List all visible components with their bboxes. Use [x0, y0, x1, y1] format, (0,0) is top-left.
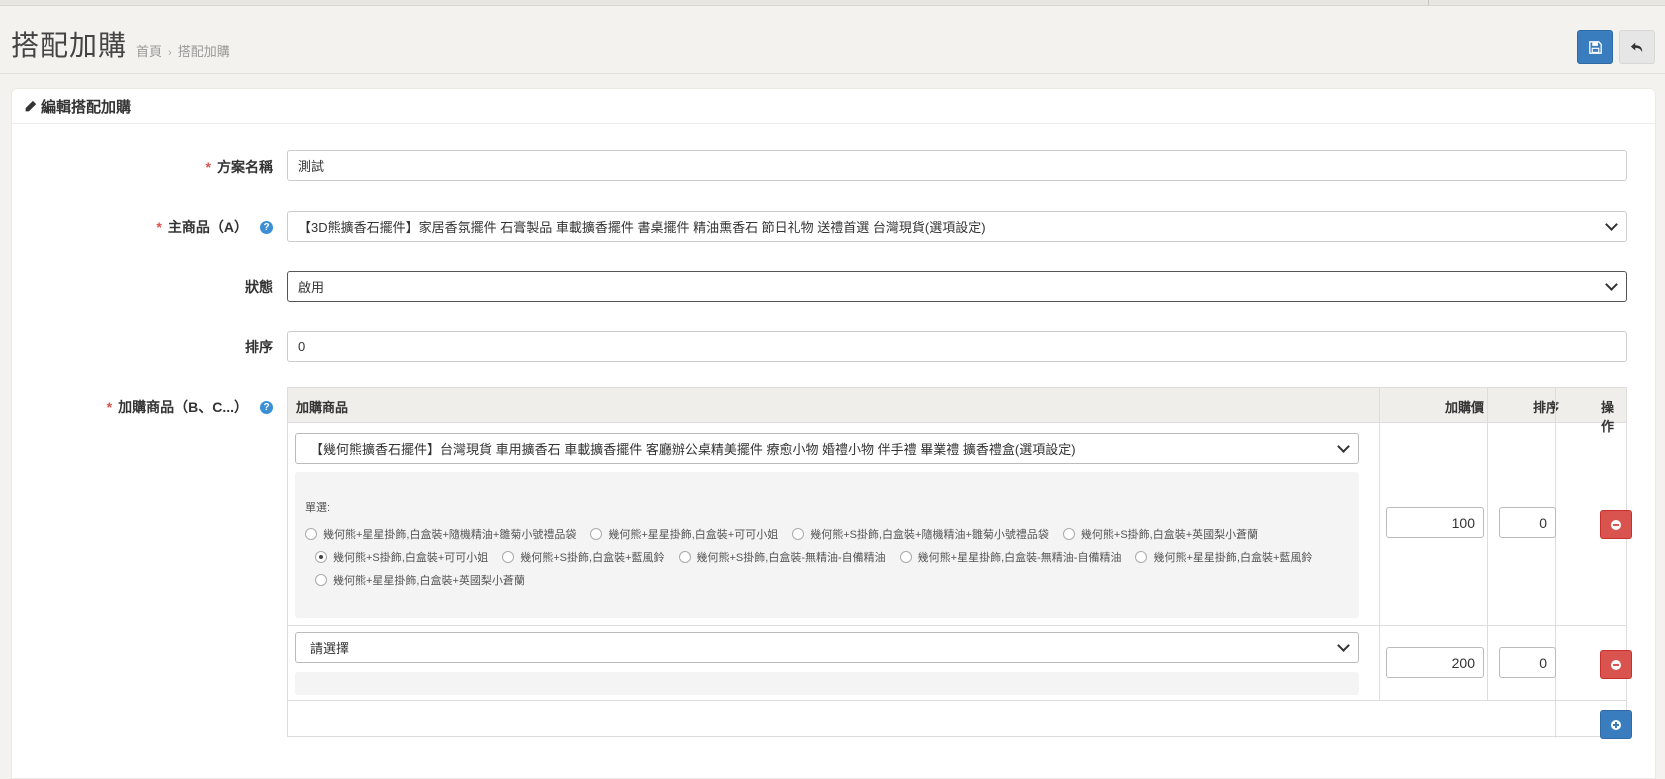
question-circle-icon[interactable]: ? [260, 400, 273, 414]
radio-button[interactable] [1135, 551, 1148, 563]
radio-button[interactable] [792, 528, 805, 540]
radio-button[interactable] [899, 551, 912, 563]
minus-circle-icon [1611, 659, 1621, 670]
status-select[interactable]: 啟用 [287, 271, 1627, 302]
required-mark: * [205, 159, 211, 175]
radio-button[interactable] [502, 551, 515, 563]
save-icon [1588, 40, 1602, 54]
option-row: 幾何熊+S掛飾,白盒裝+可可小姐 幾何熊+S掛飾,白盒裝+藍風鈴 幾何熊+S掛飾… [315, 549, 1326, 565]
option-radio[interactable]: 幾何熊+S掛飾,白盒裝+可可小姐 [315, 549, 488, 565]
status-value: 啟用 [298, 280, 325, 295]
addons-table: 加購商品 加購價 排序 操作 【幾何熊擴香石擺件】台灣現貨 車用擴香石 車載擴香… [287, 387, 1632, 739]
addon-price-input[interactable]: 200 [1386, 647, 1484, 678]
addon-product-select[interactable]: 請選擇 [295, 632, 1359, 663]
option-radio[interactable]: 幾何熊+S掛飾,白盒裝-無精油-自備精油 [678, 549, 886, 565]
option-group: 單選: 幾何熊+星星掛飾,白盒裝+隨機精油+雛菊小號禮品袋 幾何熊+星星掛飾,白… [295, 472, 1359, 618]
option-radio[interactable]: 幾何熊+星星掛飾,白盒裝+英國梨小蒼蘭 [315, 572, 525, 588]
page-header: 搭配加購 首頁 › 搭配加購 [0, 6, 1665, 74]
option-radio[interactable]: 幾何熊+星星掛飾,白盒裝+藍風鈴 [1135, 549, 1312, 565]
chevron-down-icon [1605, 218, 1618, 231]
minus-circle-icon [1611, 519, 1621, 530]
required-mark: * [156, 219, 162, 235]
radio-button[interactable] [590, 528, 603, 540]
addon-product-select[interactable]: 【幾何熊擴香石擺件】台灣現貨 車用擴香石 車載擴香擺件 客廳辦公桌精美擺件 療愈… [295, 433, 1359, 464]
pencil-icon [25, 100, 37, 112]
breadcrumb-home[interactable]: 首頁 [136, 44, 162, 59]
option-row: 幾何熊+星星掛飾,白盒裝+英國梨小蒼蘭 [315, 572, 539, 588]
radio-button-selected[interactable] [315, 551, 327, 563]
table-header: 加購商品 加購價 排序 操作 [288, 388, 1626, 434]
header-action: 操作 [1601, 400, 1615, 434]
header-price: 加購價 [1445, 400, 1485, 415]
page-title: 搭配加購 [11, 30, 128, 61]
save-button[interactable] [1577, 30, 1613, 64]
addon-sort-input[interactable]: 0 [1499, 507, 1556, 538]
chevron-down-icon [1337, 440, 1350, 453]
option-row: 幾何熊+星星掛飾,白盒裝+隨機精油+雛菊小號禮品袋 幾何熊+星星掛飾,白盒裝+可… [305, 526, 1272, 542]
addons-label: * 加購商品（B、C...）? [107, 397, 273, 417]
breadcrumb: 首頁 › 搭配加購 [136, 41, 230, 60]
required-mark: * [106, 399, 113, 415]
plan-name-input[interactable]: 測試 [287, 150, 1627, 181]
option-radio[interactable]: 幾何熊+S掛飾,白盒裝+隨機精油+雛菊小號禮品袋 [792, 526, 1049, 542]
remove-row-button[interactable] [1600, 650, 1632, 679]
breadcrumb-current: 搭配加購 [177, 44, 230, 59]
chevron-down-icon [1337, 639, 1350, 652]
plan-name-value: 測試 [298, 159, 325, 174]
question-circle-icon[interactable]: ? [260, 220, 273, 234]
plus-circle-icon [1611, 719, 1621, 730]
radio-button[interactable] [1062, 528, 1075, 540]
option-radio[interactable]: 幾何熊+星星掛飾,白盒裝+可可小姐 [590, 526, 778, 542]
reply-icon [1630, 42, 1643, 53]
radio-button[interactable] [305, 528, 317, 540]
name-label: * 方案名稱 [205, 159, 273, 175]
main-product-select[interactable]: 【3D熊擴香石擺件】家居香氛擺件 石膏製品 車載擴香擺件 書桌擺件 精油熏香石 … [287, 211, 1627, 242]
main-product-value: 【3D熊擴香石擺件】家居香氛擺件 石膏製品 車載擴香擺件 書桌擺件 精油熏香石 … [298, 220, 986, 235]
addon-sort-input[interactable]: 0 [1499, 647, 1556, 678]
card-title-text: 編輯搭配加購 [41, 99, 132, 116]
option-radio[interactable]: 幾何熊+S掛飾,白盒裝+英國梨小蒼蘭 [1062, 526, 1258, 542]
option-group [295, 672, 1359, 695]
remove-row-button[interactable] [1600, 510, 1632, 539]
add-row-button[interactable] [1600, 710, 1632, 739]
addon-product-value: 【幾何熊擴香石擺件】台灣現貨 車用擴香石 車載擴香擺件 客廳辦公桌精美擺件 療愈… [310, 442, 1076, 457]
radio-button[interactable] [678, 551, 691, 563]
sort-label: 排序 [245, 339, 273, 355]
sort-value: 0 [298, 339, 306, 354]
back-button[interactable] [1619, 30, 1655, 64]
addon-product-value: 請選擇 [310, 641, 350, 656]
sort-input[interactable]: 0 [287, 331, 1627, 362]
option-type-label: 單選: [305, 502, 331, 514]
option-radio[interactable]: 幾何熊+星星掛飾,白盒裝-無精油-自備精油 [899, 549, 1121, 565]
radio-button[interactable] [315, 574, 327, 586]
card-title: 編輯搭配加購 [24, 96, 131, 117]
chevron-down-icon [1605, 278, 1618, 291]
status-label: 狀態 [245, 279, 273, 295]
breadcrumb-separator: › [168, 47, 172, 59]
option-radio[interactable]: 幾何熊+S掛飾,白盒裝+藍風鈴 [502, 549, 665, 565]
header-product: 加購商品 [296, 400, 349, 415]
addon-price-input[interactable]: 100 [1386, 507, 1484, 538]
option-radio[interactable]: 幾何熊+星星掛飾,白盒裝+隨機精油+雛菊小號禮品袋 [305, 526, 576, 542]
card-header: 編輯搭配加購 [12, 89, 1655, 124]
main-product-label: * 主商品（A）? [156, 217, 273, 237]
